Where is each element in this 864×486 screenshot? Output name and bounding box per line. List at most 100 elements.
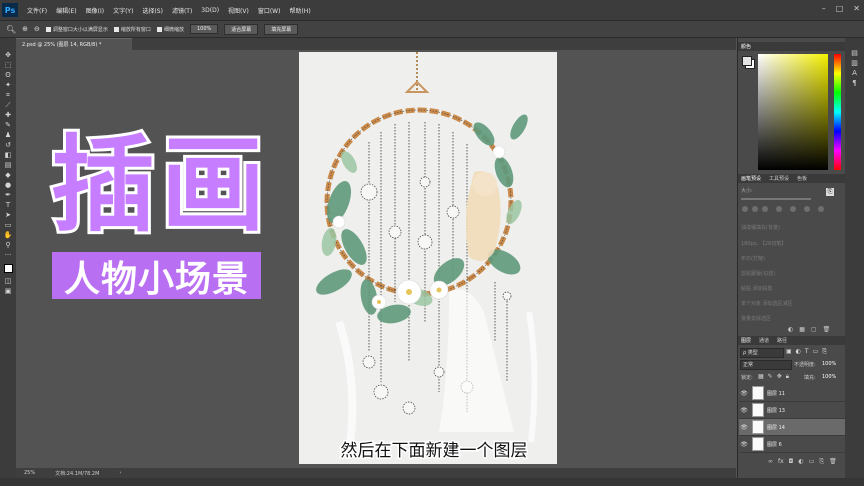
brush-preset-dot[interactable]	[818, 206, 824, 212]
foreground-background-swatch[interactable]	[742, 56, 755, 69]
brush-preset-dot[interactable]	[804, 206, 810, 212]
layer-row-selected[interactable]: 👁︎ 图层 14	[739, 419, 845, 436]
properties-panel-icon[interactable]: ▥	[845, 58, 864, 68]
magic-wand-tool-icon[interactable]: ✦	[0, 80, 16, 90]
layer-name[interactable]: 图层 14	[767, 424, 785, 431]
history-item[interactable]: 布尔(打散)	[741, 255, 765, 262]
grid-view-icon[interactable]: ▦	[799, 326, 805, 333]
type-tool-icon[interactable]: T	[0, 200, 16, 210]
fill-screen-button[interactable]: 填充屏幕	[264, 23, 299, 35]
history-item[interactable]: 油漆桶填充(背景)	[741, 224, 780, 231]
pixel-filter-icon[interactable]: ▣	[786, 348, 792, 356]
delete-preset-icon[interactable]: 🗑︎	[823, 326, 831, 333]
tab-color[interactable]: 颜色	[741, 43, 751, 50]
layer-name[interactable]: 图层 11	[767, 390, 785, 397]
zoom-all-checkbox[interactable]: 缩放所有窗口	[113, 26, 151, 33]
marquee-tool-icon[interactable]: ⬚	[0, 60, 16, 70]
layer-style-icon[interactable]: fx	[778, 458, 784, 466]
visibility-eye-icon[interactable]: 👁︎	[739, 441, 749, 448]
brush-size-slider[interactable]	[741, 198, 811, 200]
document-tab[interactable]: 2.psd @ 25% (图层 14, RGB/8) *	[16, 38, 132, 51]
lock-position-icon[interactable]: ✥	[777, 373, 782, 381]
tab-paths[interactable]: 路径	[777, 337, 787, 344]
lock-paint-icon[interactable]: ✎	[768, 373, 773, 381]
layer-row[interactable]: 👁︎ 图层 6	[739, 436, 845, 453]
close-button[interactable]: ✕	[853, 4, 860, 13]
blur-tool-icon[interactable]: ◆	[0, 170, 16, 180]
menu-view[interactable]: 视图(V)	[228, 6, 249, 15]
lock-pixels-icon[interactable]: ▦	[758, 373, 764, 381]
brush-preset-dot[interactable]	[790, 206, 796, 212]
menu-3d[interactable]: 3D(D)	[201, 7, 219, 14]
history-item[interactable]: 批量去除选区	[741, 315, 771, 322]
eraser-tool-icon[interactable]: ◧	[0, 150, 16, 160]
tab-brush-presets[interactable]: 画笔预设	[741, 175, 761, 182]
layer-filter-select[interactable]: ρ 类型	[740, 348, 784, 358]
menu-window[interactable]: 窗口(W)	[258, 6, 281, 15]
brush-preset-dot[interactable]	[752, 206, 758, 212]
crop-tool-icon[interactable]: ⌗	[0, 90, 16, 100]
add-mask-icon[interactable]: ◘	[789, 458, 794, 466]
tab-layers[interactable]: 图层	[741, 337, 751, 344]
menu-edit[interactable]: 编辑(E)	[56, 6, 76, 15]
new-group-icon[interactable]: ▭	[809, 458, 815, 466]
brush-preset-dot[interactable]	[762, 206, 768, 212]
opacity-input[interactable]: 100%	[822, 361, 836, 367]
menu-help[interactable]: 帮助(H)	[289, 6, 310, 15]
visibility-eye-icon[interactable]: 👁︎	[739, 424, 749, 431]
new-brush-icon[interactable]: ⎘	[826, 188, 834, 196]
history-brush-icon[interactable]: ↺	[0, 140, 16, 150]
menu-image[interactable]: 图像(I)	[86, 6, 104, 15]
brush-preset-dot[interactable]	[776, 206, 782, 212]
color-picker-field[interactable]	[758, 54, 828, 170]
stamp-tool-icon[interactable]: ♟	[0, 130, 16, 140]
history-item[interactable]: 粘贴 添加投影	[741, 285, 773, 292]
minimize-button[interactable]: –	[822, 4, 826, 13]
menu-filter[interactable]: 滤镜(T)	[172, 6, 192, 15]
lasso-tool-icon[interactable]: ʘ	[0, 70, 16, 80]
color-swatches-icon[interactable]	[0, 260, 16, 276]
hand-tool-icon[interactable]: ✋	[0, 230, 16, 240]
brush-toggle-icon[interactable]: ◐	[788, 326, 793, 333]
menu-type[interactable]: 文字(Y)	[113, 6, 133, 15]
blend-mode-select[interactable]: 正常	[740, 360, 792, 370]
tab-swatches[interactable]: 色板	[797, 175, 807, 182]
layer-row[interactable]: 👁︎ 图层 13	[739, 402, 845, 419]
adjustment-filter-icon[interactable]: ◐	[796, 348, 801, 356]
paragraph-panel-icon[interactable]: ¶	[845, 78, 864, 88]
zoom-level[interactable]: 25%	[24, 470, 35, 476]
history-panel-icon[interactable]: ▤	[845, 48, 864, 58]
new-preset-icon[interactable]: ▢	[811, 326, 817, 333]
menu-select[interactable]: 选择(S)	[142, 6, 163, 15]
eyedropper-tool-icon[interactable]: ⟋	[0, 100, 16, 110]
type-filter-icon[interactable]: T	[805, 348, 809, 356]
zoom-tool-icon[interactable]: 🔍︎	[6, 25, 16, 34]
document-canvas[interactable]	[299, 52, 557, 464]
quick-mask-icon[interactable]: ◫	[0, 276, 16, 286]
new-layer-icon[interactable]: ⎘	[819, 458, 824, 466]
hue-slider[interactable]	[834, 54, 841, 170]
tab-tool-presets[interactable]: 工具预设	[769, 175, 789, 182]
move-tool-icon[interactable]: ✥	[0, 50, 16, 60]
shape-tool-icon[interactable]: ▭	[0, 220, 16, 230]
layer-name[interactable]: 图层 6	[767, 441, 782, 448]
adjustment-layer-icon[interactable]: ◐	[798, 458, 803, 466]
path-select-tool-icon[interactable]: ➤	[0, 210, 16, 220]
history-item[interactable]: 单个对象 添加选区减区	[741, 300, 793, 307]
shape-filter-icon[interactable]: ▭	[813, 348, 819, 356]
more-tools-icon[interactable]: ···	[0, 250, 16, 260]
screen-mode-icon[interactable]: ▣	[0, 286, 16, 296]
healing-tool-icon[interactable]: ✚	[0, 110, 16, 120]
scrubby-zoom-checkbox[interactable]: 细微缩放	[156, 26, 184, 33]
zoom-tool-icon[interactable]: ⚲	[0, 240, 16, 250]
zoom-in-icon[interactable]: ⊕	[22, 25, 28, 33]
layer-row[interactable]: 👁︎ 图层 11	[739, 385, 845, 402]
brush-preset-dot[interactable]	[742, 206, 748, 212]
fit-screen-button[interactable]: 适合屏幕	[224, 23, 259, 35]
gradient-tool-icon[interactable]: ▤	[0, 160, 16, 170]
brush-tool-icon[interactable]: ✎	[0, 120, 16, 130]
layer-name[interactable]: 图层 13	[767, 407, 785, 414]
resize-windows-checkbox[interactable]: 调整窗口大小以满屏显示	[45, 26, 108, 33]
fill-input[interactable]: 100%	[822, 374, 836, 380]
visibility-eye-icon[interactable]: 👁︎	[739, 407, 749, 414]
